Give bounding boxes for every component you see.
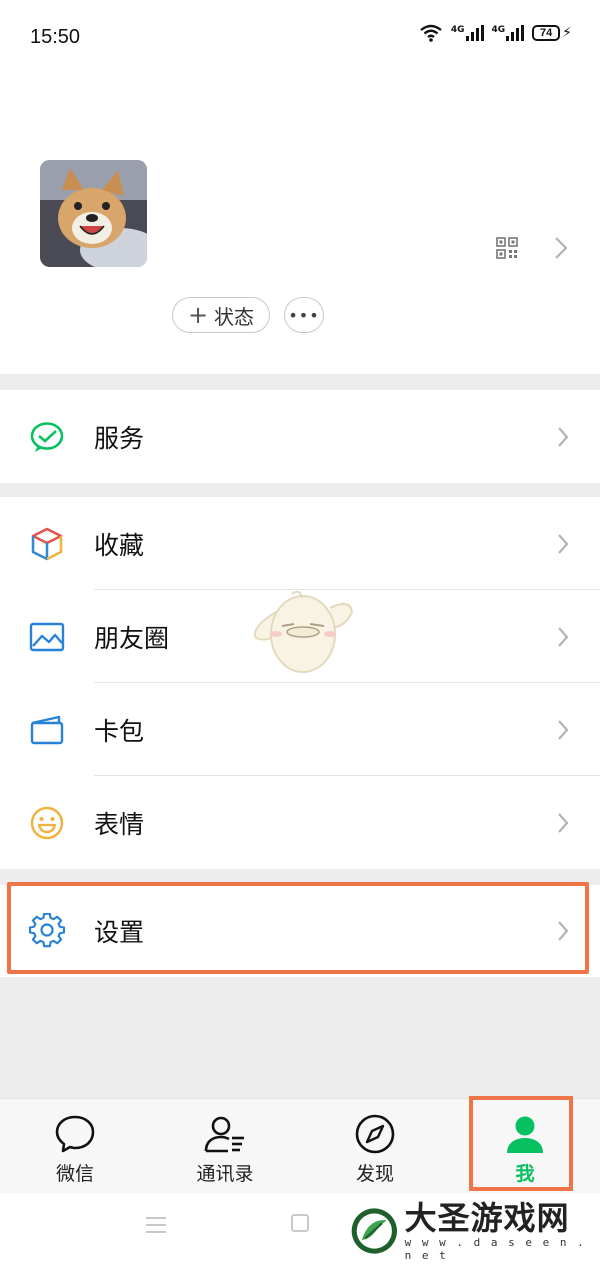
me-tab-highlight-box	[469, 1096, 573, 1191]
wifi-icon	[420, 24, 442, 42]
status-icons: 4G 4G 74 ⚡	[419, 24, 572, 42]
settings-group: 设置	[0, 885, 600, 977]
menu-label-service: 服务	[94, 423, 145, 453]
signal-1-label: 4G	[450, 25, 465, 35]
more-dots-label: •••	[288, 305, 320, 325]
watermark-title: 大圣游戏网	[404, 1199, 570, 1237]
chevron-right-icon	[558, 426, 569, 447]
home-button[interactable]	[291, 1214, 309, 1232]
features-group: 收藏 朋友圈 卡包 表情	[0, 497, 600, 869]
tab-discover-label: 发现	[355, 1163, 394, 1185]
tab-chats-label: 微信	[55, 1163, 94, 1185]
watermark-url: w w w . d a s e e n . n e t	[404, 1236, 586, 1262]
status-bar: 15:50 4G 4G 74 ⚡	[0, 0, 600, 76]
smiley-icon	[28, 804, 66, 842]
menu-label-cards: 卡包	[94, 716, 145, 746]
chevron-right-icon	[558, 626, 569, 647]
plus-icon: +	[187, 301, 209, 329]
battery-icon: 74 ⚡	[532, 25, 572, 41]
wechat-pay-icon	[28, 418, 66, 456]
qr-code-icon[interactable]	[496, 237, 518, 259]
mascot-sticker-icon	[254, 590, 354, 673]
signal-2-icon: 4G	[492, 25, 525, 41]
signal-1-icon: 4G	[451, 25, 484, 41]
avatar[interactable]	[40, 160, 147, 267]
battery-level: 74	[532, 25, 561, 41]
service-group: 服务	[0, 390, 600, 483]
compass-icon	[355, 1114, 395, 1154]
chat-bubble-icon	[55, 1115, 95, 1153]
chevron-right-icon	[558, 533, 569, 554]
menu-icon[interactable]	[145, 1216, 167, 1234]
tab-contacts[interactable]: 通讯录	[150, 1099, 300, 1194]
menu-item-settings[interactable]: 设置	[0, 885, 600, 977]
menu-item-favorites[interactable]: 收藏	[0, 497, 600, 590]
menu-label-moments: 朋友圈	[94, 623, 170, 653]
profile-header[interactable]: + 状态 •••	[0, 76, 600, 374]
contacts-icon	[204, 1116, 244, 1153]
tab-contacts-label: 通讯录	[196, 1163, 254, 1185]
cube-icon	[28, 525, 66, 563]
site-watermark: 大圣游戏网 w w w . d a s e e n . n e t	[350, 1196, 600, 1266]
chevron-right-icon	[558, 719, 569, 740]
charging-icon: ⚡	[562, 25, 572, 41]
status-time: 15:50	[30, 26, 81, 48]
tab-chats[interactable]: 微信	[0, 1099, 150, 1194]
add-status-button[interactable]: + 状态	[172, 297, 270, 333]
watermark-logo-icon	[351, 1208, 397, 1254]
chevron-right-icon[interactable]	[554, 236, 568, 260]
gear-icon	[28, 912, 66, 950]
signal-2-label: 4G	[491, 25, 506, 35]
menu-item-cards[interactable]: 卡包	[0, 683, 600, 776]
image-icon	[28, 618, 66, 656]
menu-label-favorites: 收藏	[94, 530, 145, 560]
chevron-right-icon	[558, 812, 569, 833]
menu-label-settings: 设置	[94, 918, 145, 947]
tab-discover[interactable]: 发现	[300, 1099, 450, 1194]
chevron-right-icon	[558, 921, 569, 941]
wallet-icon	[28, 711, 66, 749]
menu-item-stickers[interactable]: 表情	[0, 776, 600, 869]
menu-label-stickers: 表情	[94, 809, 145, 839]
add-status-label: 状态	[214, 304, 255, 329]
more-button[interactable]: •••	[284, 297, 324, 333]
menu-item-service[interactable]: 服务	[0, 390, 600, 483]
